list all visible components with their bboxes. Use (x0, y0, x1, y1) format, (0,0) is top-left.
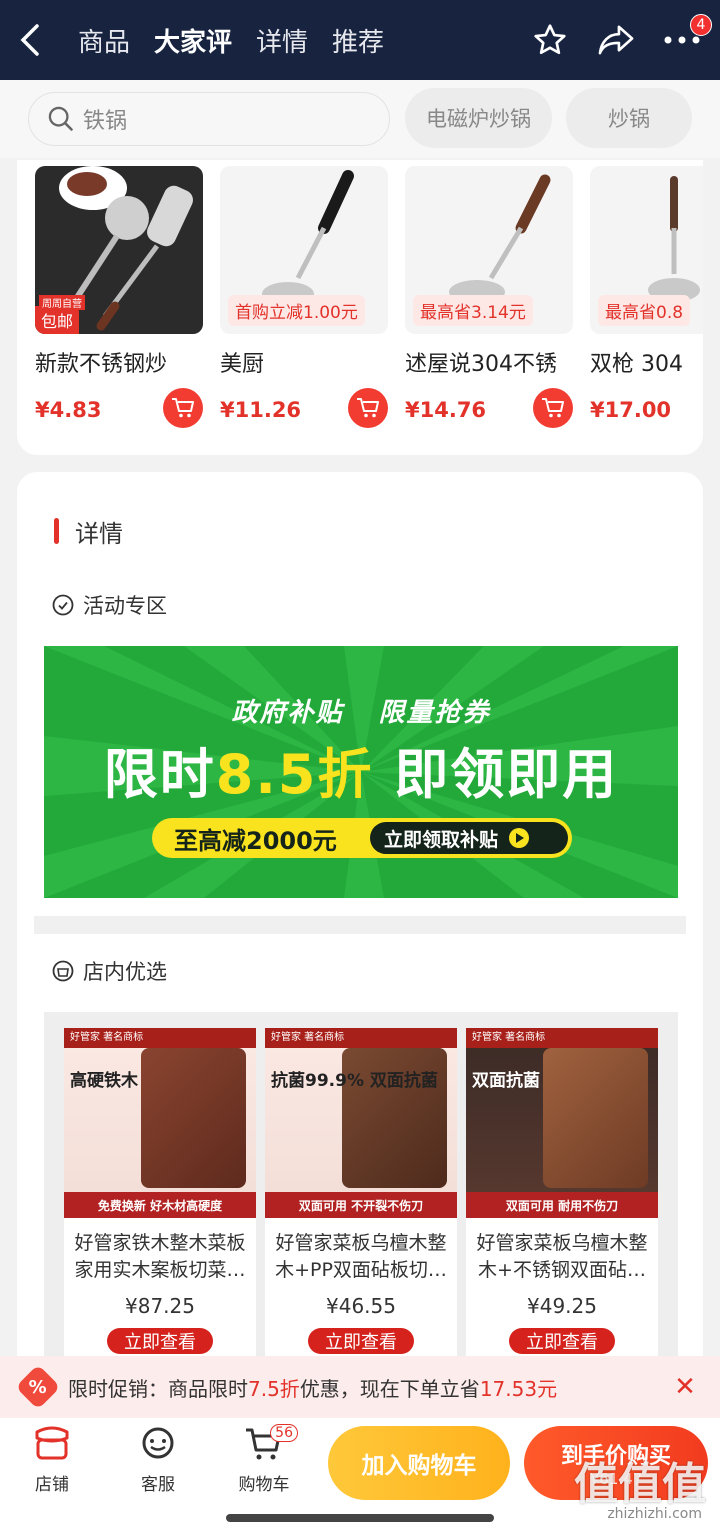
discount-icon: % (15, 1364, 61, 1410)
product-title: 美厨 (220, 352, 265, 377)
home-indicator[interactable] (226, 1514, 494, 1522)
shop-product-card[interactable]: 好管家 著名商标 高硬铁木 免费换新 好木材高硬度 好管家铁木整木菜板家用实木案… (64, 1028, 256, 1358)
service-label: 客服 (141, 1475, 175, 1495)
shop-product-title: 好管家菜板乌檀木整木+PP双面砧板切… (275, 1232, 447, 1281)
add-to-cart-button[interactable] (348, 388, 388, 428)
close-icon[interactable]: ✕ (670, 1372, 700, 1402)
cart-icon (542, 398, 564, 418)
self-operated-badge: 周周自营 (39, 295, 85, 310)
add-to-cart-button[interactable] (533, 388, 573, 428)
notification-badge: 4 (690, 14, 712, 36)
banner-claim-pill[interactable]: 至高减2000元 立即领取补贴 (152, 818, 572, 858)
claim-subsidy-button[interactable]: 立即领取补贴 (370, 822, 568, 854)
shop-product-price: ¥87.25 (125, 1294, 195, 1318)
divider (34, 916, 686, 934)
shop-product-card[interactable]: 好管家 著名商标 抗菌99.9% 双面抗菌 双面可用 不开裂不伤刀 好管家菜板乌… (265, 1028, 457, 1358)
shop-product-price: ¥46.55 (326, 1294, 396, 1318)
details-section: 详情 活动专区 政府补贴 限量抢券 限时8.5折 即领即用 至高减2000元 立… (17, 472, 703, 1372)
banner-amount: 至高减2000元 (174, 826, 337, 855)
star-icon (534, 24, 566, 55)
more-button[interactable]: 4 (662, 14, 712, 60)
product-image: 最高省0.8 (590, 166, 703, 334)
search-chip[interactable]: 电磁炉炒锅 (405, 88, 552, 148)
product-card[interactable]: 最高省3.14元 述屋说304不锈 ¥14.76 (405, 166, 573, 428)
cart-icon (172, 398, 194, 418)
search-row: 铁锅 电磁炉炒锅 炒锅 (0, 80, 720, 158)
promo-text: 限时促销：商品限时7.5折优惠，现在下单立省17.53元 (68, 1376, 558, 1401)
top-nav: 商品 大家评 详情 推荐 4 (0, 0, 720, 80)
cart-icon (357, 398, 379, 418)
shop-product-image: 好管家 著名商标 双面抗菌 双面可用 耐用不伤刀 (466, 1028, 658, 1218)
shop-picks-heading: 店内优选 (51, 956, 167, 986)
shop-picks-icon (52, 960, 74, 982)
shop-picks: 好管家 著名商标 高硬铁木 免费换新 好木材高硬度 好管家铁木整木菜板家用实木案… (44, 1012, 678, 1372)
shop-label: 店铺 (35, 1475, 69, 1495)
shop-product-card[interactable]: 好管家 著名商标 双面抗菌 双面可用 耐用不伤刀 好管家菜板乌檀木整木+不锈钢双… (466, 1028, 658, 1358)
product-card[interactable]: 最高省0.8 双枪 304 ¥17.00 (590, 166, 703, 422)
view-now-button[interactable]: 立即查看 (308, 1328, 414, 1354)
watermark: 值值值 (574, 1459, 706, 1510)
promo-badge: 最高省0.8 (598, 295, 691, 326)
subsidy-banner[interactable]: 政府补贴 限量抢券 限时8.5折 即领即用 至高减2000元 立即领取补贴 (44, 646, 678, 898)
product-title: 新款不锈钢炒 (35, 352, 168, 377)
tab-details[interactable]: 详情 (256, 22, 308, 59)
favorite-button[interactable] (530, 20, 570, 60)
product-image: 最高省3.14元 (405, 166, 573, 334)
product-image: 包邮 周周自营 (35, 166, 203, 334)
back-button[interactable] (0, 0, 60, 80)
shop-product-image: 好管家 著名商标 抗菌99.9% 双面抗菌 双面可用 不开裂不伤刀 (265, 1028, 457, 1218)
add-to-cart-main-button[interactable]: 加入购物车 (328, 1426, 510, 1500)
search-query: 铁锅 (83, 109, 128, 134)
tab-recommend[interactable]: 推荐 (332, 22, 384, 59)
watermark-url: zhizhizhi.com (607, 1506, 702, 1522)
chat-icon (142, 1427, 174, 1459)
section-marker (54, 518, 59, 544)
service-button[interactable]: 客服 (118, 1426, 198, 1495)
cart-count-badge: 56 (270, 1424, 298, 1442)
activity-icon (52, 594, 74, 616)
product-title: 述屋说304不锈 (405, 352, 557, 377)
shop-button[interactable]: 店铺 (12, 1426, 92, 1495)
promo-notice: % 限时促销：商品限时7.5折优惠，现在下单立省17.53元 ✕ (0, 1356, 720, 1418)
search-chip[interactable]: 炒锅 (566, 88, 692, 148)
banner-discount: 限时8.5折 即领即用 (103, 743, 619, 806)
tab-product[interactable]: 商品 (78, 22, 130, 59)
banner-headline: 政府补贴 限量抢券 (231, 698, 491, 728)
view-now-button[interactable]: 立即查看 (107, 1328, 213, 1354)
product-card[interactable]: 首购立减1.00元 美厨 ¥11.26 (220, 166, 388, 428)
share-button[interactable] (596, 20, 636, 60)
promo-badge: 最高省3.14元 (413, 295, 533, 326)
tab-reviews[interactable]: 大家评 (154, 22, 232, 59)
view-now-button[interactable]: 立即查看 (509, 1328, 615, 1354)
shop-product-title: 好管家菜板乌檀木整木+不锈钢双面砧… (476, 1232, 648, 1281)
activity-heading: 活动专区 (51, 590, 167, 620)
cart-button[interactable]: 56 购物车 (224, 1424, 304, 1495)
shop-product-title: 好管家铁木整木菜板家用实木案板切菜… (74, 1232, 246, 1281)
shop-product-price: ¥49.25 (527, 1294, 597, 1318)
product-image: 首购立减1.00元 (220, 166, 388, 334)
product-card[interactable]: 包邮 周周自营 新款不锈钢炒 ¥4.83 (35, 166, 203, 428)
activity-title: 活动专区 (83, 594, 167, 618)
share-icon (598, 25, 634, 55)
play-icon (509, 828, 530, 848)
recommended-products: 包邮 周周自营 新款不锈钢炒 ¥4.83 首购立减1.00元 美厨 ¥11.26 (17, 160, 703, 455)
shop-picks-title: 店内优选 (83, 960, 167, 984)
search-icon (48, 106, 73, 131)
product-price: ¥17.00 (590, 398, 672, 422)
details-title: 详情 (75, 520, 123, 548)
add-to-cart-button[interactable] (163, 388, 203, 428)
back-icon (20, 24, 39, 56)
promo-badge: 首购立减1.00元 (228, 295, 365, 326)
search-input[interactable]: 铁锅 (28, 92, 390, 146)
cart-label: 购物车 (238, 1475, 290, 1495)
shop-product-image: 好管家 著名商标 高硬铁木 免费换新 好木材高硬度 (64, 1028, 256, 1218)
product-title: 双枪 304 (590, 352, 683, 377)
store-icon (35, 1426, 69, 1460)
nav-tabs: 商品 大家评 详情 推荐 (78, 22, 384, 59)
shipping-badge: 包邮 (35, 306, 80, 334)
more-icon (664, 36, 700, 44)
